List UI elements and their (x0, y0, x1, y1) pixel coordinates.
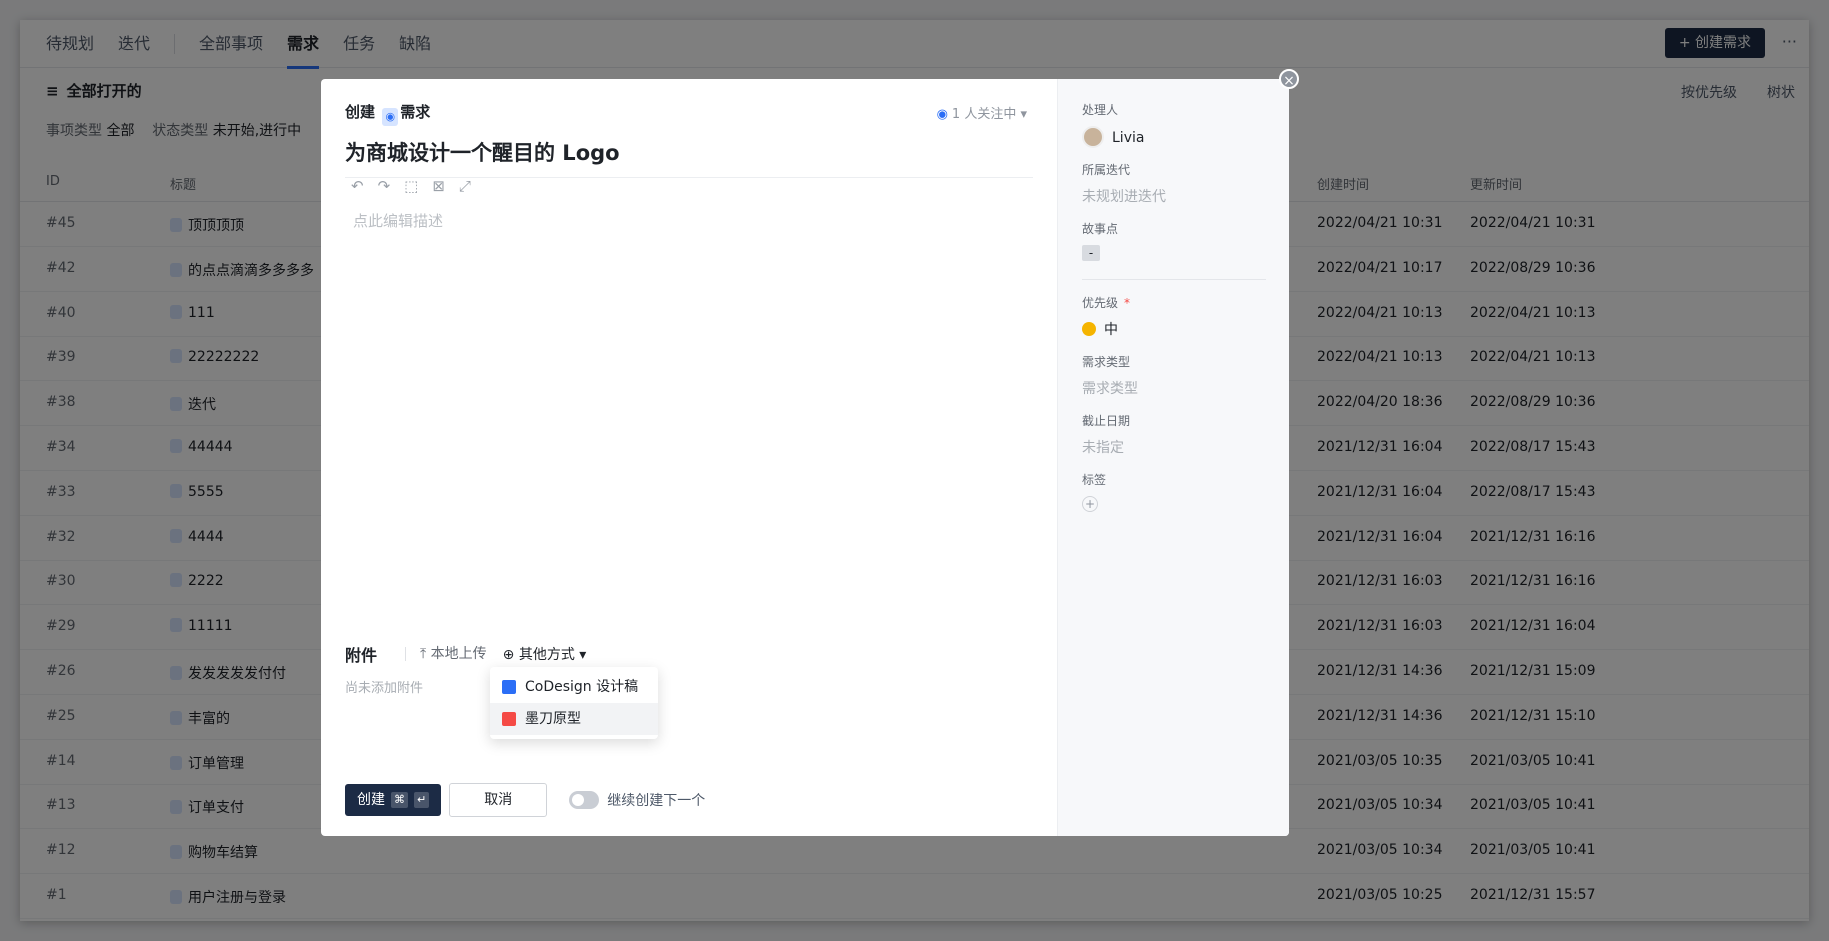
title-input[interactable]: 为商城设计一个醒目的 Logo (345, 137, 1033, 178)
close-icon[interactable]: × (1279, 69, 1299, 89)
priority-label: 优先级 (1082, 296, 1119, 310)
local-upload-button[interactable]: ⤒ 本地上传 (405, 647, 487, 661)
codesign-label: CoDesign 设计稿 (525, 679, 639, 695)
codesign-icon (502, 680, 516, 694)
header-create: 创建 (345, 103, 376, 121)
req-type-value: 需求类型 (1082, 381, 1138, 397)
description-editor[interactable]: 点此编辑描述 (353, 210, 443, 231)
other-way-label: 其他方式 (518, 647, 575, 663)
create-button[interactable]: 创建 ⌘ ↵ (345, 784, 442, 816)
create-requirement-modal: 创建 ◉ 需求 ◉ 1 人关注中 ▾ 为商城设计一个醒目的 Logo ↶ ↷ ⬚ ⊠ ⤢… (321, 79, 1289, 836)
story-points-label: 故事点 (1082, 222, 1119, 236)
modao-option[interactable]: 墨刀原型 (490, 703, 658, 735)
other-way-button[interactable]: ⊕ 其他方式 ▾ (503, 644, 587, 664)
iteration-value: 未规划进迭代 (1082, 189, 1166, 205)
assignee-label: 处理人 (1082, 103, 1119, 117)
story-points-field[interactable]: 故事点 - (1082, 220, 1118, 261)
attachments-bar: 附件 ⤒ 本地上传 ⊕ 其他方式 ▾ (345, 642, 586, 666)
modal-sidebar: 处理人 Livia 所属迭代 未规划进迭代 故事点 - 优先级 * 中 需求类型 需求类型 … (1057, 79, 1289, 836)
avatar (1082, 126, 1104, 148)
requirement-icon: ◉ (382, 108, 399, 126)
redo-icon[interactable]: ↷ (378, 177, 391, 195)
modal-main: 创建 ◉ 需求 ◉ 1 人关注中 ▾ 为商城设计一个醒目的 Logo ↶ ↷ ⬚ ⊠ ⤢… (321, 79, 1057, 836)
modal-footer: 创建 ⌘ ↵ 取消 继续创建下一个 (345, 783, 705, 817)
continue-toggle[interactable] (569, 791, 600, 809)
editor-toolbar: ↶ ↷ ⬚ ⊠ ⤢ (351, 177, 471, 195)
assignee-value: Livia (1112, 130, 1145, 146)
tags-label: 标签 (1082, 473, 1107, 487)
cmd-icon: ⌘ (391, 792, 408, 808)
iteration-label: 所属迭代 (1082, 163, 1131, 177)
remove-format-icon[interactable]: ⊠ (432, 177, 445, 195)
eye-icon: ◉ (936, 107, 948, 122)
header-type[interactable]: 需求 (400, 103, 430, 121)
local-upload-label: 本地上传 (430, 646, 487, 662)
priority-value: 中 (1104, 322, 1118, 338)
modao-label: 墨刀原型 (525, 711, 581, 727)
codesign-option[interactable]: CoDesign 设计稿 (490, 671, 658, 703)
req-type-label: 需求类型 (1082, 355, 1131, 369)
due-date-field[interactable]: 截止日期 未指定 (1082, 412, 1130, 457)
enter-icon: ↵ (414, 792, 430, 808)
other-way-dropdown: CoDesign 设计稿 墨刀原型 (490, 667, 658, 739)
due-date-label: 截止日期 (1082, 414, 1131, 428)
required-mark: * (1124, 296, 1131, 310)
expand-icon[interactable]: ⤢ (459, 177, 471, 195)
undo-icon[interactable]: ↶ (351, 177, 364, 195)
priority-field[interactable]: 优先级 * 中 (1082, 294, 1130, 339)
req-type-field[interactable]: 需求类型 需求类型 (1082, 353, 1138, 398)
priority-medium-icon (1082, 322, 1096, 336)
watch-count: 1 人关注中 (951, 107, 1017, 122)
iteration-field[interactable]: 所属迭代未规划进迭代 (1082, 161, 1166, 206)
create-label: 创建 (357, 792, 385, 808)
tags-field: 标签 + (1082, 471, 1106, 512)
assignee-field[interactable]: 处理人 Livia (1082, 101, 1144, 148)
story-points-value: - (1082, 245, 1100, 261)
watchers[interactable]: ◉ 1 人关注中 ▾ (937, 103, 1027, 122)
insert-image-icon[interactable]: ⬚ (404, 177, 418, 195)
divider (1082, 279, 1266, 280)
attachments-label: 附件 (345, 646, 378, 665)
modal-header: 创建 ◉ 需求 (345, 101, 430, 126)
continue-label: 继续创建下一个 (607, 793, 706, 809)
add-tag-icon[interactable]: + (1082, 496, 1098, 512)
due-date-value: 未指定 (1082, 440, 1124, 456)
modao-icon (502, 712, 516, 726)
no-attachments: 尚未添加附件 (345, 681, 424, 696)
cancel-button[interactable]: 取消 (449, 783, 548, 817)
